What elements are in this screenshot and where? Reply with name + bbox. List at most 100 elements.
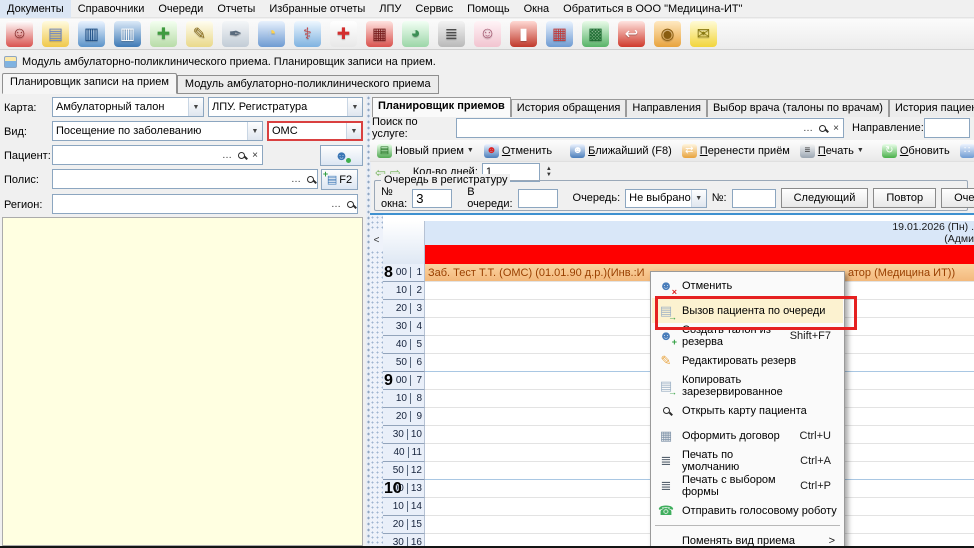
- policy-input[interactable]: [53, 171, 289, 187]
- time-cell-1020[interactable]: 2015: [383, 516, 425, 534]
- lpu-select[interactable]: ЛПУ. Регистратура ▼: [208, 97, 363, 117]
- menu-item-print-default[interactable]: ≣ Печать по умолчанию Ctrl+A: [652, 448, 843, 473]
- next-patient-button[interactable]: Следующий: [781, 188, 869, 208]
- time-cell-0830[interactable]: 304: [383, 318, 425, 336]
- ellipsis-button[interactable]: …: [289, 171, 303, 187]
- menu-favorite-reports[interactable]: Избранные отчеты: [262, 0, 372, 18]
- open-button[interactable]: ∷ Открыть ▼: [956, 142, 974, 160]
- services-basket-icon[interactable]: ▦: [366, 21, 393, 47]
- ellipsis-button[interactable]: …: [801, 120, 815, 136]
- time-cell-0920[interactable]: 209: [383, 408, 425, 426]
- day-column-header[interactable]: 19.01.2026 (Пн) . (Адми: [425, 221, 974, 245]
- menu-item-open-patient-card[interactable]: Открыть карту пациента: [652, 398, 843, 423]
- chevron-down-icon[interactable]: ▼: [691, 190, 706, 207]
- region-input[interactable]: [53, 196, 329, 212]
- time-cell-0810[interactable]: 102: [383, 282, 425, 300]
- time-cell-0800[interactable]: 8001: [383, 264, 425, 282]
- schedule-folder-icon[interactable]: ◔: [258, 21, 285, 47]
- chevron-down-icon[interactable]: ▼: [188, 98, 203, 116]
- direction-field[interactable]: [924, 118, 970, 138]
- clear-icon[interactable]: ×: [248, 147, 262, 163]
- menu-reports[interactable]: Отчеты: [210, 0, 262, 18]
- menu-item-print-choose-form[interactable]: ≣ Печать с выбором формы Ctrl+P: [652, 473, 843, 498]
- receptionist-icon[interactable]: ☺: [6, 21, 33, 47]
- new-appointment-button[interactable]: ▤ Новый прием ▼: [373, 142, 478, 160]
- patient-input[interactable]: [53, 147, 220, 163]
- phonebook-icon[interactable]: ▮: [510, 21, 537, 47]
- days-count-stepper[interactable]: ▲ ▼: [546, 166, 552, 178]
- patient-search-icon[interactable]: ▥: [114, 21, 141, 47]
- tab-scheduler[interactable]: Планировщик записи на прием: [2, 73, 177, 94]
- nearest-slot-button[interactable]: ☻ Ближайший (F8): [566, 142, 676, 160]
- search-icon[interactable]: [815, 120, 829, 136]
- tab-doctor-selection[interactable]: Выбор врача (талоны по врачам): [707, 99, 889, 117]
- visit-type-select[interactable]: Посещение по заболеванию ▼: [52, 121, 263, 141]
- menu-contact-vendor[interactable]: Обратиться в ООО "Медицина-ИТ": [556, 0, 749, 18]
- patient-card-icon[interactable]: ▥: [78, 21, 105, 47]
- menu-lpu[interactable]: ЛПУ: [372, 0, 408, 18]
- chevron-down-icon[interactable]: ▼: [346, 123, 361, 139]
- time-cell-0820[interactable]: 203: [383, 300, 425, 318]
- policy-f2-button[interactable]: ▤ F2: [321, 169, 358, 190]
- pharmacy-icon[interactable]: ⚕: [294, 21, 321, 47]
- menu-documents[interactable]: Документы: [0, 0, 71, 18]
- med-card-icon[interactable]: ✚: [330, 21, 357, 47]
- clear-icon[interactable]: ×: [829, 120, 843, 136]
- queue-select[interactable]: Не выбрано ▼: [625, 189, 707, 208]
- refresh-button[interactable]: ↻ Обновить: [878, 142, 954, 160]
- time-cell-0930[interactable]: 3010: [383, 426, 425, 444]
- tab-visit-history[interactable]: История обращения: [511, 99, 627, 117]
- ticket-number-input[interactable]: [732, 189, 776, 208]
- time-cell-0950[interactable]: 5012: [383, 462, 425, 480]
- cancel-appointment-button[interactable]: ☻ Отменить: [480, 142, 556, 160]
- time-cell-0840[interactable]: 405: [383, 336, 425, 354]
- menu-item-change-visit-type[interactable]: Поменять вид приема >: [652, 528, 843, 548]
- service-search-input[interactable]: [457, 120, 801, 136]
- patient-check-button[interactable]: ☻: [320, 145, 363, 166]
- service-search-field[interactable]: … ×: [456, 118, 844, 138]
- window-number-input[interactable]: [412, 189, 452, 208]
- search-icon[interactable]: [303, 171, 317, 187]
- calendar-clock-icon[interactable]: ▦: [546, 21, 573, 47]
- vaccination-icon[interactable]: ✒: [222, 21, 249, 47]
- nurse-icon[interactable]: ☺: [474, 21, 501, 47]
- menu-item-cancel[interactable]: ☻× Отменить: [652, 273, 843, 298]
- menu-help[interactable]: Помощь: [460, 0, 517, 18]
- chevron-down-icon[interactable]: ▼: [247, 122, 262, 140]
- search-icon[interactable]: [234, 147, 248, 163]
- time-cell-0900[interactable]: 9007: [383, 372, 425, 390]
- tab-referrals[interactable]: Направления: [626, 99, 707, 117]
- policy-field[interactable]: …: [52, 169, 318, 189]
- chevron-down-icon[interactable]: ▼: [347, 98, 362, 116]
- card-type-select[interactable]: Амбулаторный талон ▼: [52, 97, 204, 117]
- lab-tests-icon[interactable]: ✚: [150, 21, 177, 47]
- print-button[interactable]: ≡ Печать ▼: [796, 142, 868, 160]
- region-field[interactable]: …: [52, 194, 358, 214]
- lock-icon[interactable]: ◉: [654, 21, 681, 47]
- menu-item-edit-reserve[interactable]: ✎ Редактировать резерв: [652, 348, 843, 373]
- repeat-call-button[interactable]: Повтор: [873, 188, 936, 208]
- menu-item-make-contract[interactable]: ▦ Оформить договор Ctrl+U: [652, 423, 843, 448]
- time-cell-0850[interactable]: 506: [383, 354, 425, 372]
- queue-button[interactable]: Очередь: [941, 188, 974, 208]
- direction-input[interactable]: [925, 120, 969, 136]
- menu-item-send-voice-robot[interactable]: ☎ Отправить голосовому роботу: [652, 498, 843, 523]
- ellipsis-button[interactable]: …: [329, 196, 343, 212]
- exit-icon[interactable]: ↩: [618, 21, 645, 47]
- inhalation-icon[interactable]: ◕: [402, 21, 429, 47]
- menu-windows[interactable]: Окна: [517, 0, 557, 18]
- search-icon[interactable]: [343, 196, 357, 212]
- in-queue-input[interactable]: [518, 189, 558, 208]
- chat-icon[interactable]: ✉: [690, 21, 717, 47]
- collapse-left-button[interactable]: <: [370, 231, 383, 249]
- time-cell-1010[interactable]: 1014: [383, 498, 425, 516]
- tab-outpatient-module[interactable]: Модуль амбулаторно-поликлинического прие…: [177, 75, 439, 94]
- spin-down-icon[interactable]: ▼: [546, 172, 552, 178]
- time-cell-0910[interactable]: 108: [383, 390, 425, 408]
- barcode-scanner-icon[interactable]: ≣: [438, 21, 465, 47]
- secure-card-icon[interactable]: ▩: [582, 21, 609, 47]
- move-appointment-button[interactable]: ⇄ Перенести приём: [678, 142, 794, 160]
- menu-service[interactable]: Сервис: [408, 0, 460, 18]
- ellipsis-button[interactable]: …: [220, 147, 234, 163]
- new-talon-icon[interactable]: ▤: [42, 21, 69, 47]
